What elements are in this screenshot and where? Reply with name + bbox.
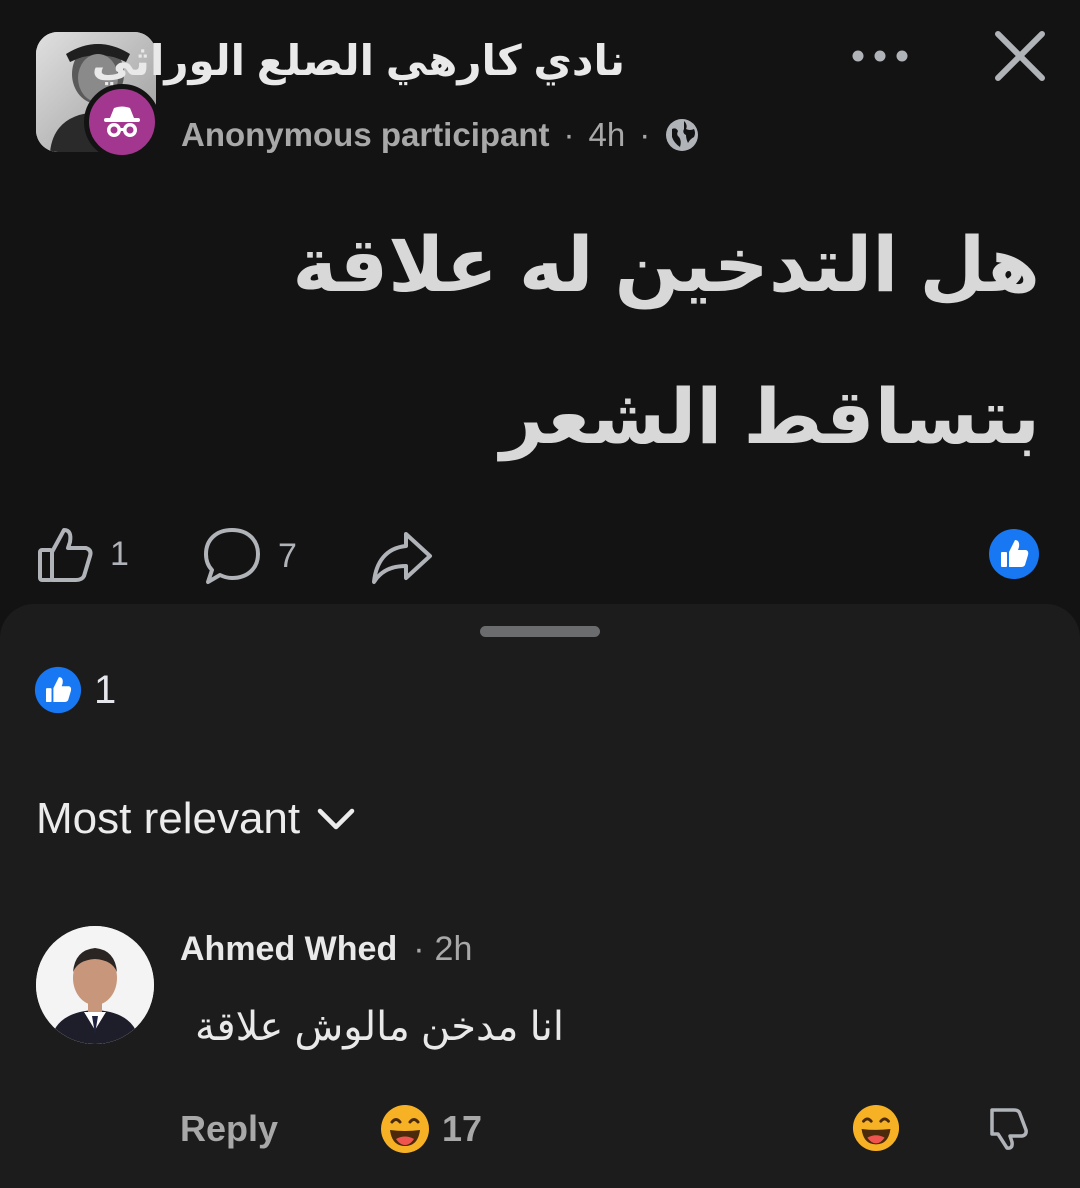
meta-separator: · (563, 116, 575, 153)
more-options-icon[interactable] (848, 36, 912, 76)
like-reaction-icon[interactable] (988, 528, 1040, 585)
reactions-summary[interactable]: 1 (34, 666, 116, 714)
comment-author[interactable]: Ahmed Whed (180, 930, 397, 969)
haha-emoji-icon (852, 1104, 900, 1152)
post-body: هل التدخين له علاقة بتساقط الشعر (292, 223, 1040, 460)
post-author[interactable]: Anonymous participant (181, 116, 550, 154)
meta-separator: · (639, 116, 651, 153)
sheet-drag-handle[interactable] (480, 626, 600, 637)
close-icon[interactable] (990, 26, 1050, 86)
meta-separator: · (413, 930, 425, 968)
comments-sheet: 1 Most relevant Ahmed Whed · 2h انا مدخن… (0, 604, 1080, 1188)
thumbs-down-icon (990, 1108, 1028, 1150)
comment-text: انا مدخن مالوش علاقة (195, 1005, 564, 1049)
comment-count: 7 (278, 536, 297, 575)
reply-button[interactable]: Reply (180, 1108, 278, 1150)
comment-icon (204, 528, 260, 584)
avatar[interactable] (36, 926, 154, 1044)
comment-header: Ahmed Whed · 2h (180, 930, 472, 969)
post-card: نادي كارهي الصلع الوراثي Anonymous parti… (0, 0, 1080, 610)
sort-label: Most relevant (36, 794, 301, 843)
post-meta: Anonymous participant · 4h · (181, 116, 700, 154)
thumbs-up-icon (38, 528, 93, 582)
react-button[interactable] (852, 1104, 900, 1157)
like-reaction-icon (34, 666, 82, 714)
sort-dropdown[interactable]: Most relevant (36, 794, 356, 844)
reaction-count: 1 (94, 667, 117, 712)
anonymous-icon (84, 84, 160, 160)
dislike-button[interactable] (984, 1104, 1032, 1157)
comment-button[interactable]: 7 (200, 524, 297, 588)
chevron-down-icon (317, 808, 355, 830)
comment-age[interactable]: 2h (435, 930, 473, 969)
like-count: 1 (110, 534, 129, 573)
share-button[interactable] (368, 524, 434, 590)
post-age[interactable]: 4h (589, 116, 626, 154)
haha-emoji-icon (381, 1105, 429, 1153)
share-icon (372, 532, 432, 584)
globe-icon (666, 119, 699, 151)
group-name[interactable]: نادي كارهي الصلع الوراثي (92, 36, 625, 85)
comment-reaction-count: 17 (442, 1108, 483, 1149)
like-button[interactable]: 1 (36, 524, 129, 584)
comment-reactions[interactable]: 17 (380, 1104, 482, 1154)
post-actions: 1 7 (0, 520, 1080, 590)
